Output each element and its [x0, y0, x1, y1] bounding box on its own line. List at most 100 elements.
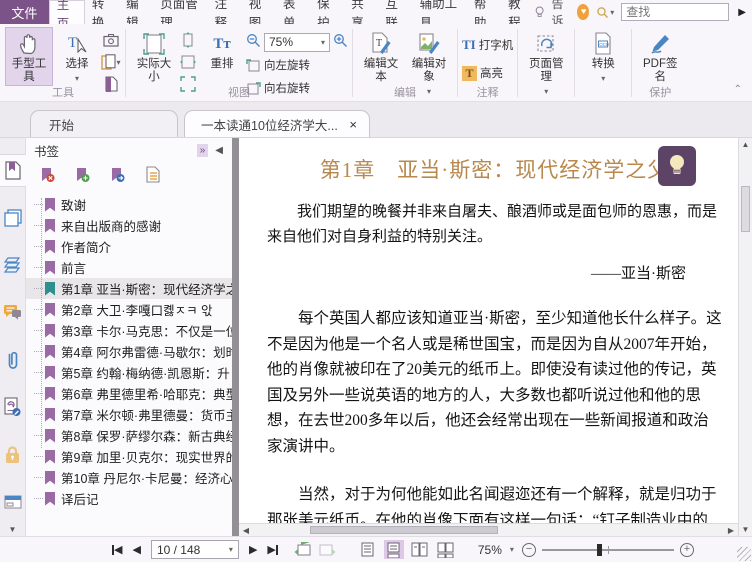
actual-size-button[interactable]: 实际大小 — [130, 27, 178, 86]
page-number-box[interactable]: 10 / 148 ▾ — [150, 540, 239, 559]
bookmark-item[interactable]: 译后记 — [26, 488, 232, 509]
next-page-button[interactable]: ▶ — [249, 543, 257, 556]
fit-width-icon[interactable] — [178, 53, 198, 71]
hscroll-thumb[interactable] — [309, 526, 498, 534]
document-view[interactable]: 第1章 亚当·斯密：现代经济学之父 我们期望的晚餐并非来自屠夫、酿酒师或是面包师… — [239, 138, 738, 536]
facing-layout-icon[interactable] — [410, 540, 430, 559]
menu-item[interactable]: 转换 — [85, 0, 119, 30]
search-scope-icon[interactable]: ▾ — [596, 6, 614, 19]
select-tool-button[interactable]: T 选择 ▾ — [53, 27, 101, 87]
expand-bookmarks-icon[interactable] — [145, 166, 160, 186]
bookmark-item[interactable]: 第4章 阿尔弗雷德·马歇尔：划时 — [26, 341, 232, 362]
zoom-out-icon[interactable] — [246, 33, 261, 51]
zoom-in-button[interactable]: + — [679, 542, 694, 557]
single-page-layout-icon[interactable] — [358, 540, 378, 559]
zoom-level-combobox[interactable]: 75% ▾ — [264, 32, 330, 52]
goto-bookmark-icon[interactable] — [110, 167, 125, 186]
window-resize-grip[interactable] — [737, 547, 751, 561]
horizontal-scrollbar[interactable]: ◀ ▶ — [239, 523, 738, 536]
first-page-button[interactable]: ◀ — [112, 543, 122, 556]
menu-item[interactable]: 教程 — [501, 0, 535, 30]
bookmark-item[interactable]: 作者简介 — [26, 236, 232, 257]
menu-item[interactable]: 辅助工具 — [413, 0, 467, 30]
tab-close-icon[interactable]: × — [347, 117, 359, 132]
snapshot-camera-icon[interactable] — [101, 31, 121, 49]
layers-panel-icon[interactable] — [0, 249, 26, 282]
bookmark-item[interactable]: 第6章 弗里德里希·哈耶克：典型 — [26, 383, 232, 404]
zoom-slider-thumb[interactable] — [597, 543, 603, 556]
panel-more-caret-icon[interactable]: ▼ — [0, 522, 26, 536]
zoom-out-button[interactable]: − — [521, 542, 536, 557]
scroll-down-icon[interactable]: ▼ — [739, 525, 752, 534]
heart-icon[interactable] — [576, 4, 590, 20]
menu-item[interactable]: 保护 — [310, 0, 344, 30]
tip-lightbulb-button[interactable] — [658, 146, 696, 186]
menu-item[interactable]: 互联 — [378, 0, 412, 30]
previous-view-icon[interactable] — [294, 541, 311, 559]
delete-bookmark-icon[interactable] — [40, 167, 55, 186]
panel-collapse-icon[interactable]: ◀ — [212, 144, 226, 157]
menu-item[interactable]: 主页 — [48, 0, 85, 31]
vertical-scrollbar[interactable]: ▲ ▼ — [738, 138, 752, 536]
bookmarks-panel-icon[interactable] — [0, 154, 26, 188]
zoom-slider: − + — [521, 542, 694, 557]
file-menu-button[interactable]: 文件 — [0, 0, 49, 24]
panel-splitter[interactable] — [232, 138, 239, 536]
bookmark-item[interactable]: 第5章 约翰·梅纳德·凯恩斯：升 — [26, 362, 232, 383]
fit-height-icon[interactable] — [178, 31, 198, 49]
tab-document[interactable]: 一本读通10位经济学大... × — [184, 110, 370, 137]
zoom-slider-track[interactable] — [541, 543, 674, 556]
statusbar-zoom-caret[interactable]: ▾ — [510, 545, 514, 554]
vscroll-thumb[interactable] — [741, 186, 750, 232]
bookmark-item[interactable]: 第3章 卡尔·马克思：不仅是一位 — [26, 320, 232, 341]
menu-item[interactable]: 帮助 — [467, 0, 501, 30]
next-view-icon[interactable] — [319, 541, 336, 559]
last-page-button[interactable]: ▶ — [267, 543, 278, 556]
highlight-button[interactable]: T 高亮 — [462, 63, 513, 83]
page-manage-button[interactable]: 页面管理 ▾ — [522, 27, 570, 100]
bookmark-item[interactable]: 前言 — [26, 257, 232, 278]
bookmark-item[interactable]: 第10章 丹尼尔·卡尼曼：经济心 — [26, 467, 232, 488]
edit-text-button[interactable]: T 编辑文本 — [357, 27, 405, 86]
scroll-up-icon[interactable]: ▲ — [739, 140, 752, 149]
bookmark-item[interactable]: 致谢 — [26, 194, 232, 215]
typewriter-button[interactable]: TI 打字机 — [462, 35, 513, 55]
ribbon-collapse-icon[interactable]: ⌃ — [734, 84, 742, 95]
panel-expand-icon[interactable]: » — [196, 143, 209, 157]
reflow-button[interactable]: Tт 重排 — [198, 27, 246, 73]
bookmark-item[interactable]: 来自出版商的感谢 — [26, 215, 232, 236]
bookmark-item[interactable]: 第9章 加里·贝克尔：现实世界的 — [26, 446, 232, 467]
menu-item[interactable]: 共享 — [344, 0, 378, 30]
previous-page-button[interactable]: ◀ — [132, 543, 140, 556]
continuous-facing-layout-icon[interactable] — [436, 540, 456, 559]
overflow-arrow-icon[interactable]: ▶ — [736, 7, 748, 18]
tab-start[interactable]: 开始 — [30, 110, 178, 137]
menu-item[interactable]: 表单 — [276, 0, 310, 30]
add-bookmark-icon[interactable] — [75, 167, 90, 186]
hand-tool-button[interactable]: 手型工具 — [5, 27, 53, 86]
security-panel-icon[interactable] — [0, 438, 26, 471]
convert-button[interactable]: OCR 转换 ▾ — [579, 27, 627, 87]
bookmark-item[interactable]: 第1章 亚当·斯密：现代经济学之 — [26, 278, 232, 299]
bookmark-item[interactable]: 第8章 保罗·萨缪尔森：新古典经 — [26, 425, 232, 446]
assistant-bulb-icon[interactable] — [535, 4, 544, 20]
scroll-left-icon[interactable]: ◀ — [239, 526, 253, 535]
pdf-sign-button[interactable]: PDF签名 — [636, 27, 684, 86]
menu-item[interactable]: 视图 — [242, 0, 276, 30]
bookmark-item[interactable]: 第7章 米尔顿·弗里德曼：货币主 — [26, 404, 232, 425]
attachments-panel-icon[interactable] — [0, 343, 26, 376]
menu-item[interactable]: 编辑 — [119, 0, 153, 30]
rotate-left-button[interactable]: 向左旋转 — [246, 55, 348, 75]
continuous-layout-icon[interactable] — [383, 540, 404, 559]
menu-item[interactable]: 页面管理 — [153, 0, 207, 30]
comments-panel-icon[interactable] — [0, 296, 26, 329]
bookmark-item[interactable]: 第2章 大卫·李嘎口콇ㅈㅋ 앇 — [26, 299, 232, 320]
pages-panel-icon[interactable] — [0, 201, 26, 234]
scroll-right-icon[interactable]: ▶ — [724, 526, 738, 535]
clipboard-icon[interactable]: ▾ — [101, 53, 121, 71]
search-input[interactable] — [621, 3, 730, 21]
menu-item[interactable]: 注释 — [208, 0, 242, 30]
signatures-panel-icon[interactable] — [0, 390, 26, 423]
zoom-in-icon[interactable] — [333, 33, 348, 51]
fields-panel-icon[interactable] — [0, 485, 26, 518]
